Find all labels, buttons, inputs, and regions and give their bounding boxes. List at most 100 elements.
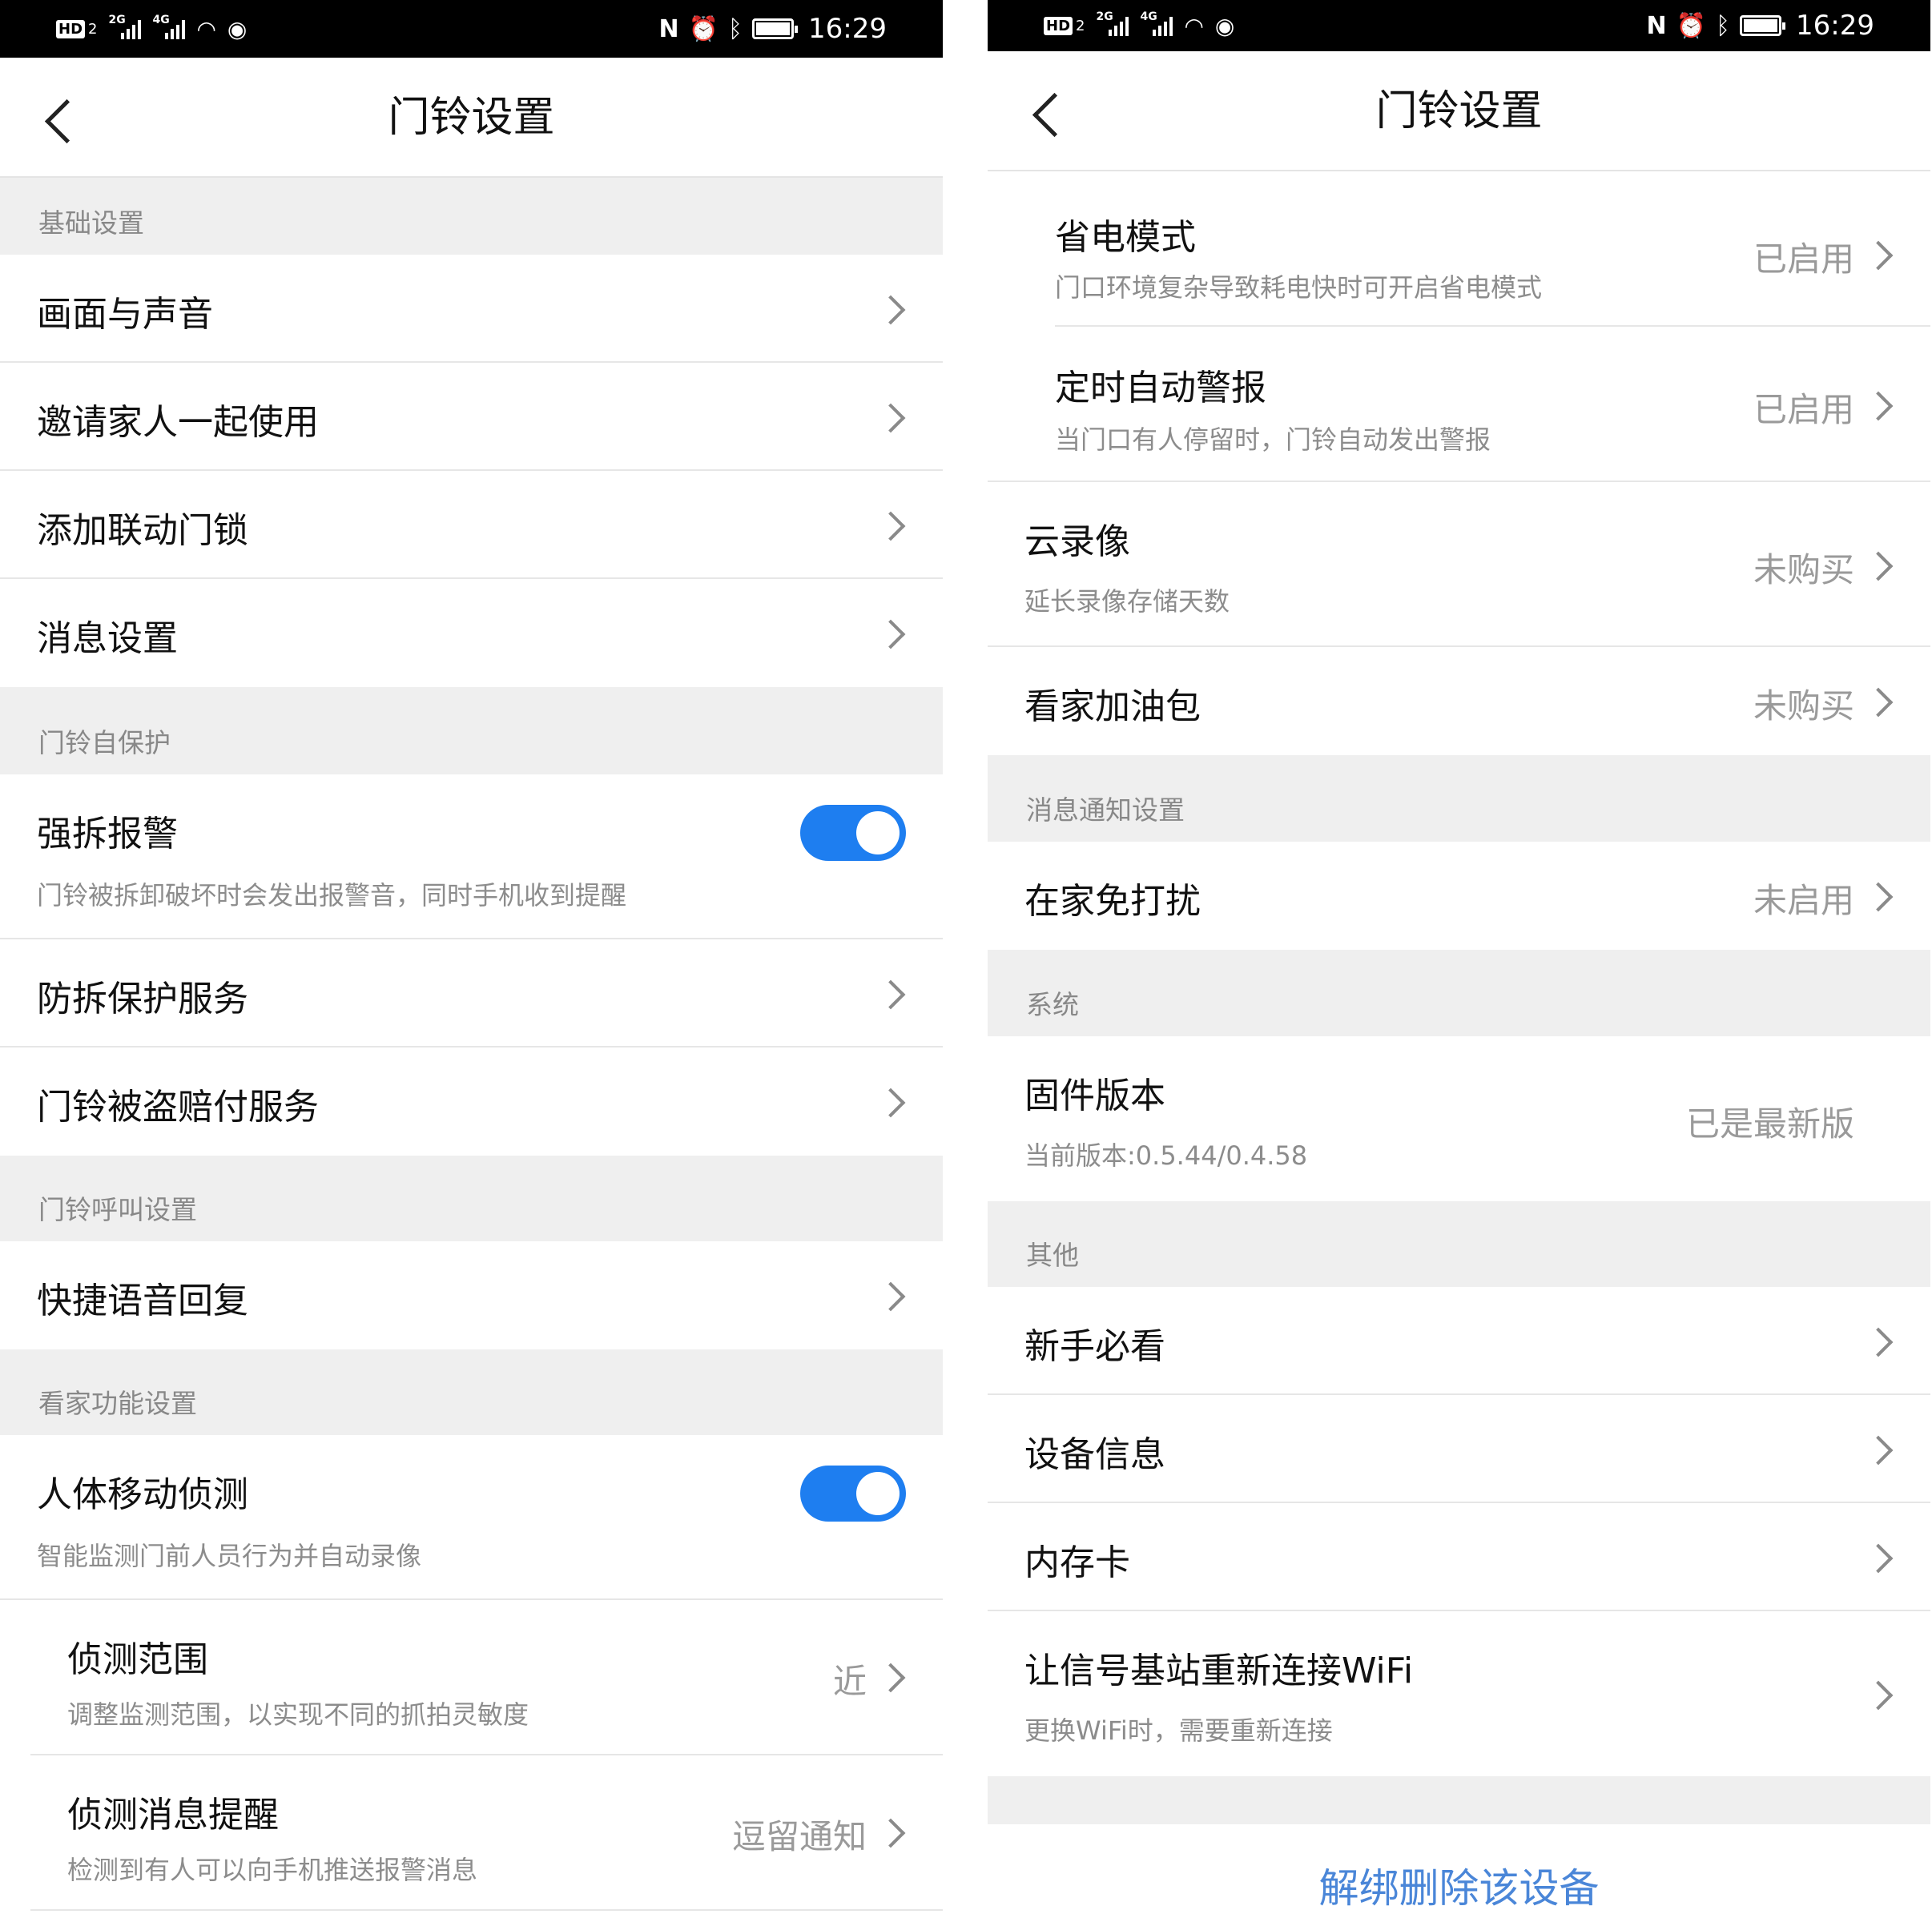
chevron-right-icon (1868, 553, 1892, 577)
row-invite-family[interactable]: 邀请家人一起使用 (0, 363, 943, 471)
nfc-icon: N (1646, 11, 1667, 40)
sim2-label: 2 (1076, 17, 1085, 34)
row-title: 添加联动门锁 (37, 510, 248, 551)
tamper-alarm-toggle[interactable] (800, 805, 906, 861)
status-bar: HD 2 2G 4G ◠ ◉ N ⏰ ᛒ 16:29 (0, 0, 943, 58)
row-firmware: 固件版本 当前版本:0.5.44/0.4.58 已是最新版 (988, 1036, 1930, 1201)
status-bar: HD 2 2G 4G ◠ ◉ N ⏰ ᛒ 16:29 (988, 0, 1930, 51)
chevron-right-icon (880, 1664, 904, 1688)
row-detect-notify[interactable]: 侦测消息提醒 检测到有人可以向手机推送报警消息 逗留通知 (30, 1755, 943, 1911)
net2-label: 4G (1140, 10, 1157, 23)
row-timed-alarm[interactable]: 定时自动警报 当门口有人停留时，门铃自动发出警报 已启用 (988, 327, 1930, 482)
row-title: 人体移动侦测 (37, 1474, 248, 1515)
page-title: 门铃设置 (388, 94, 555, 142)
chevron-right-icon (880, 296, 904, 320)
row-title: 侦测范围 (67, 1639, 208, 1680)
row-title: 看家加油包 (1024, 686, 1201, 727)
chevron-right-icon (880, 981, 904, 1005)
row-do-not-disturb[interactable]: 在家免打扰 未启用 (988, 842, 1930, 950)
wifi-icon: ◠ (1184, 12, 1204, 39)
nfc-icon: N (658, 14, 679, 43)
row-tamper-service[interactable]: 防拆保护服务 (0, 939, 943, 1047)
chevron-right-icon (880, 404, 904, 428)
row-detect-range[interactable]: 侦测范围 调整监测范围，以实现不同的抓拍灵敏度 近 (30, 1600, 943, 1755)
row-title: 在家免打扰 (1024, 881, 1201, 922)
chevron-right-icon (1868, 1545, 1892, 1569)
chevron-right-icon (1868, 883, 1892, 907)
signal-icon: 2G (108, 14, 142, 39)
row-theft-compensation[interactable]: 门铃被盗赔付服务 (0, 1047, 943, 1156)
battery-icon (1740, 15, 1786, 36)
page-title: 门铃设置 (1375, 87, 1543, 135)
chevron-right-icon (1868, 392, 1892, 416)
row-guard-pack[interactable]: 看家加油包 未购买 (988, 647, 1930, 755)
section-spacer (988, 1776, 1930, 1824)
row-picture-sound[interactable]: 画面与声音 (0, 255, 943, 363)
alarm-icon: ⏰ (688, 14, 719, 43)
section-header-notify: 消息通知设置 (988, 755, 1930, 842)
row-value: 未购买 (1753, 686, 1854, 726)
row-title: 侦测消息提醒 (67, 1795, 279, 1836)
chevron-right-icon (880, 513, 904, 537)
sim2-label: 2 (88, 20, 98, 38)
battery-icon (752, 18, 799, 39)
row-title: 消息设置 (37, 618, 178, 659)
row-subtitle: 当门口有人停留时，门铃自动发出警报 (1055, 424, 1491, 455)
row-value: 近 (832, 1662, 867, 1701)
row-subtitle: 智能监测门前人员行为并自动录像 (37, 1541, 422, 1571)
section-header-call: 门铃呼叫设置 (0, 1156, 943, 1241)
hd-badge: HD (56, 19, 86, 38)
wifi-icon: ◠ (196, 15, 216, 42)
section-header-other: 其他 (988, 1201, 1930, 1287)
status-time: 16:29 (808, 13, 887, 45)
row-value: 逗留通知 (731, 1817, 867, 1856)
chevron-right-icon (880, 1283, 904, 1307)
row-value: 已启用 (1753, 239, 1854, 279)
net1-label: 2G (1096, 10, 1113, 23)
bluetooth-icon: ᛒ (1716, 11, 1731, 40)
row-title: 强拆报警 (37, 814, 178, 854)
alarm-icon: ⏰ (1676, 11, 1707, 40)
row-title: 省电模式 (1055, 217, 1196, 258)
nav-bar: 门铃设置 (988, 51, 1930, 171)
row-title: 画面与声音 (37, 294, 213, 335)
chevron-right-icon (1868, 1682, 1892, 1706)
screen-left: HD 2 2G 4G ◠ ◉ N ⏰ ᛒ 16:29 门铃设置 基础设置 画面与… (0, 0, 943, 1922)
chevron-right-icon (1868, 242, 1892, 266)
row-device-info[interactable]: 设备信息 (988, 1395, 1930, 1503)
row-add-lock[interactable]: 添加联动门锁 (0, 471, 943, 579)
section-header-system: 系统 (988, 950, 1930, 1036)
nav-bar: 门铃设置 (0, 58, 943, 178)
row-subtitle: 当前版本:0.5.44/0.4.58 (1024, 1140, 1308, 1171)
row-title: 新手必看 (1024, 1326, 1165, 1367)
chevron-right-icon (880, 621, 904, 645)
row-title: 定时自动警报 (1055, 368, 1266, 408)
row-title: 让信号基站重新连接WiFi (1024, 1651, 1414, 1691)
row-power-save[interactable]: 省电模式 门口环境复杂导致耗电快时可开启省电模式 已启用 (1055, 171, 1930, 327)
row-value: 已是最新版 (1685, 1104, 1854, 1144)
chevron-right-icon (1868, 1437, 1892, 1461)
net1-label: 2G (108, 14, 126, 26)
eye-icon: ◉ (227, 15, 248, 42)
status-time: 16:29 (1796, 10, 1874, 42)
chevron-right-icon (1868, 1329, 1892, 1353)
row-value: 未启用 (1753, 881, 1854, 920)
row-quick-reply[interactable]: 快捷语音回复 (0, 1241, 943, 1349)
section-header-guard: 看家功能设置 (0, 1349, 943, 1435)
eye-icon: ◉ (1214, 12, 1235, 39)
settings-list: 基础设置 画面与声音 邀请家人一起使用 添加联动门锁 消息设置 门铃自保护 强拆… (0, 178, 943, 1911)
motion-detect-toggle[interactable] (800, 1466, 906, 1522)
row-cloud-record[interactable]: 云录像 延长录像存储天数 未购买 (988, 482, 1930, 647)
row-title: 内存卡 (1024, 1542, 1130, 1583)
unbind-delete-button[interactable]: 解绑删除该设备 (988, 1856, 1930, 1914)
row-reconnect-wifi[interactable]: 让信号基站重新连接WiFi 更换WiFi时，需要重新连接 (988, 1611, 1930, 1776)
section-header-basic: 基础设置 (0, 178, 943, 255)
chevron-right-icon (1868, 689, 1892, 713)
row-subtitle: 更换WiFi时，需要重新连接 (1024, 1715, 1333, 1746)
section-header-protect: 门铃自保护 (0, 687, 943, 774)
row-beginner[interactable]: 新手必看 (988, 1287, 1930, 1395)
row-message-settings[interactable]: 消息设置 (0, 579, 943, 687)
row-title: 门铃被盗赔付服务 (37, 1087, 319, 1128)
row-title: 固件版本 (1024, 1076, 1165, 1116)
row-memory-card[interactable]: 内存卡 (988, 1503, 1930, 1611)
